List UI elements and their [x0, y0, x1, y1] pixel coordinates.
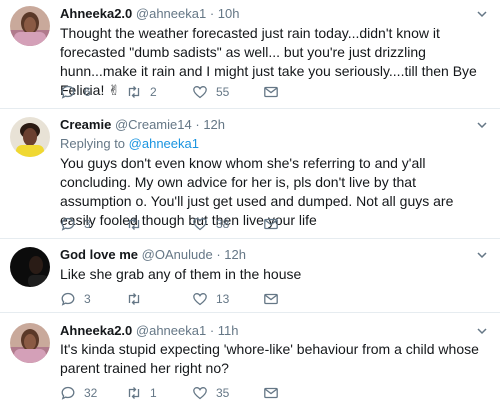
chevron-down-icon[interactable] — [476, 249, 488, 261]
chevron-down-icon[interactable] — [476, 8, 488, 20]
timestamp[interactable]: 12h — [224, 247, 246, 262]
retweet-count: 1 — [150, 386, 157, 400]
tweet-text: It's kinda stupid expecting 'whore-like'… — [60, 341, 479, 376]
message-button[interactable] — [263, 385, 279, 401]
heart-icon — [193, 86, 207, 99]
message-button[interactable] — [263, 216, 279, 232]
timestamp[interactable]: 12h — [203, 117, 225, 132]
reply-button[interactable]: 6 — [60, 84, 91, 100]
display-name[interactable]: Ahneeka2.0 — [60, 323, 132, 338]
like-count: 35 — [216, 386, 230, 400]
like-button[interactable]: 13 — [192, 291, 229, 307]
chevron-down-icon[interactable] — [476, 325, 488, 337]
tweet[interactable]: Creamie @Creamie14 · 12h Replying to @ah… — [0, 109, 500, 238]
retweet-icon — [128, 86, 140, 98]
like-button[interactable]: 35 — [192, 385, 229, 401]
like-count: 13 — [216, 292, 230, 306]
like-count: 38 — [216, 217, 230, 231]
avatar[interactable] — [10, 117, 50, 157]
replying-to-handle[interactable]: @ahneeka1 — [129, 136, 199, 151]
user-handle[interactable]: @Creamie14 — [115, 117, 192, 132]
like-button[interactable]: 38 — [192, 216, 229, 232]
separator: · — [209, 6, 215, 21]
heart-icon — [193, 387, 207, 400]
separator: · — [195, 117, 200, 132]
like-button[interactable]: 55 — [192, 84, 229, 100]
avatar[interactable] — [10, 323, 50, 363]
retweet-button[interactable] — [126, 216, 150, 232]
user-handle[interactable]: @ahneeka1 — [136, 6, 206, 21]
retweet-icon — [128, 218, 140, 230]
avatar-photo — [10, 247, 50, 287]
like-count: 55 — [216, 85, 230, 99]
chevron-down-icon[interactable] — [476, 119, 488, 131]
heart-icon — [193, 218, 207, 231]
timestamp[interactable]: 11h — [218, 323, 239, 338]
display-name[interactable]: Creamie — [60, 117, 111, 132]
reply-count: 6 — [84, 85, 91, 99]
retweet-button[interactable] — [126, 291, 150, 307]
reply-count: 3 — [84, 217, 91, 231]
avatar[interactable] — [10, 247, 50, 287]
avatar-photo — [10, 323, 50, 363]
separator: · — [209, 323, 215, 338]
avatar-photo — [10, 6, 50, 46]
reply-icon — [61, 292, 75, 306]
tweet[interactable]: Ahneeka2.0 @ahneeka1 · 10h Thought the w… — [0, 0, 500, 108]
timestamp[interactable]: 10h — [218, 6, 240, 21]
reply-icon — [61, 85, 75, 99]
replying-to-label: Replying to — [60, 136, 126, 151]
envelope-icon — [264, 218, 278, 230]
tweet-text: Like she grab any of them in the house — [60, 266, 302, 282]
replying-to: Replying to @ahneeka1 — [60, 136, 199, 152]
separator: · — [216, 247, 221, 262]
retweet-button[interactable]: 2 — [126, 84, 157, 100]
tweet[interactable]: God love me @OAnulude · 12h Like she gra… — [0, 239, 500, 312]
heart-icon — [193, 293, 207, 306]
message-button[interactable] — [263, 84, 279, 100]
reply-icon — [61, 217, 75, 231]
reply-button[interactable]: 3 — [60, 291, 91, 307]
retweet-count: 2 — [150, 85, 157, 99]
retweet-button[interactable]: 1 — [126, 385, 157, 401]
tweet[interactable]: Ahneeka2.0 @ahneeka1 · 11h It's kinda st… — [0, 313, 500, 410]
reply-count: 3 — [84, 292, 91, 306]
retweet-icon — [128, 293, 140, 305]
envelope-icon — [264, 293, 278, 305]
envelope-icon — [264, 387, 278, 399]
reply-button[interactable]: 32 — [60, 385, 97, 401]
display-name[interactable]: God love me — [60, 247, 138, 262]
user-handle[interactable]: @OAnulude — [142, 247, 213, 262]
user-handle[interactable]: @ahneeka1 — [136, 323, 206, 338]
retweet-icon — [128, 387, 140, 399]
reply-icon — [61, 386, 75, 400]
avatar[interactable] — [10, 6, 50, 46]
avatar-photo — [10, 117, 50, 157]
message-button[interactable] — [263, 291, 279, 307]
envelope-icon — [264, 86, 278, 98]
reply-button[interactable]: 3 — [60, 216, 91, 232]
reply-count: 32 — [84, 386, 98, 400]
display-name[interactable]: Ahneeka2.0 — [60, 6, 132, 21]
